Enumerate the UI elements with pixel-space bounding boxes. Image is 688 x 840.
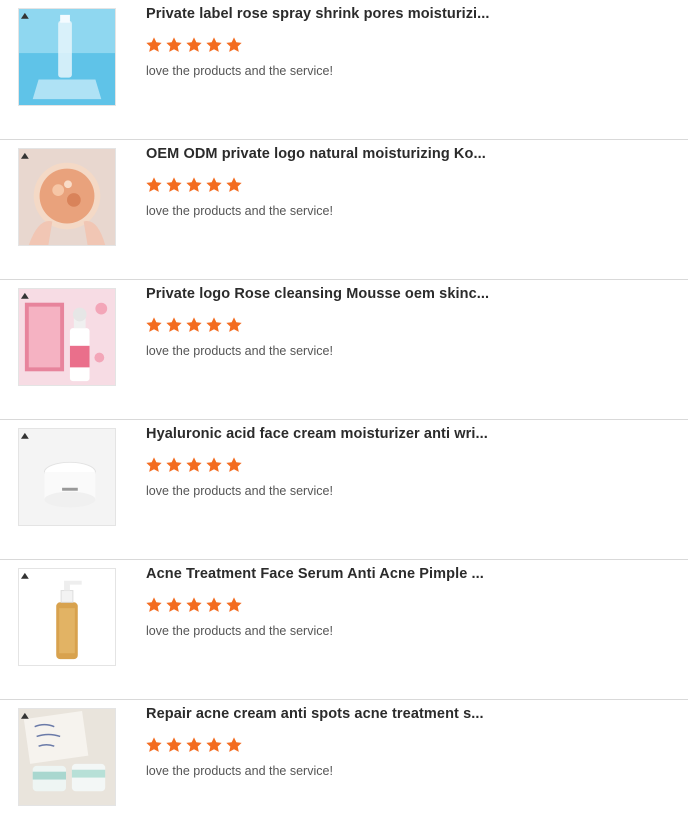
star-icon bbox=[185, 736, 203, 754]
star-icon bbox=[185, 176, 203, 194]
acne-cream-jars-image[interactable] bbox=[18, 708, 116, 806]
review-comment: love the products and the service! bbox=[146, 204, 333, 218]
star-icon bbox=[165, 316, 183, 334]
star-rating bbox=[145, 456, 243, 474]
cleansing-mousse-pump-bottle-image[interactable] bbox=[18, 288, 116, 386]
star-rating bbox=[145, 176, 243, 194]
serum-pump-bottle-image[interactable] bbox=[18, 568, 116, 666]
star-icon bbox=[165, 176, 183, 194]
star-icon bbox=[145, 456, 163, 474]
star-icon bbox=[225, 316, 243, 334]
review-list: Private label rose spray shrink pores mo… bbox=[0, 0, 688, 840]
star-rating bbox=[145, 36, 243, 54]
review-item: OEM ODM private logo natural moisturizin… bbox=[0, 140, 688, 280]
product-title[interactable]: Hyaluronic acid face cream moisturizer a… bbox=[146, 426, 491, 442]
star-icon bbox=[205, 36, 223, 54]
review-item: Hyaluronic acid face cream moisturizer a… bbox=[0, 420, 688, 560]
star-icon bbox=[145, 316, 163, 334]
review-item: Repair acne cream anti spots acne treatm… bbox=[0, 700, 688, 840]
star-icon bbox=[145, 596, 163, 614]
star-icon bbox=[225, 176, 243, 194]
review-item: Acne Treatment Face Serum Anti Acne Pimp… bbox=[0, 560, 688, 700]
star-icon bbox=[225, 36, 243, 54]
star-icon bbox=[145, 736, 163, 754]
star-icon bbox=[145, 36, 163, 54]
star-icon bbox=[225, 736, 243, 754]
review-comment: love the products and the service! bbox=[146, 64, 333, 78]
product-title[interactable]: Acne Treatment Face Serum Anti Acne Pimp… bbox=[146, 566, 491, 582]
review-comment: love the products and the service! bbox=[146, 764, 333, 778]
star-rating bbox=[145, 736, 243, 754]
review-comment: love the products and the service! bbox=[146, 344, 333, 358]
star-icon bbox=[205, 736, 223, 754]
star-icon bbox=[185, 316, 203, 334]
review-item: Private label rose spray shrink pores mo… bbox=[0, 0, 688, 140]
star-icon bbox=[205, 456, 223, 474]
star-icon bbox=[165, 456, 183, 474]
review-item: Private logo Rose cleansing Mousse oem s… bbox=[0, 280, 688, 420]
product-title[interactable]: OEM ODM private logo natural moisturizin… bbox=[146, 146, 491, 162]
star-icon bbox=[225, 456, 243, 474]
star-icon bbox=[205, 176, 223, 194]
star-rating bbox=[145, 316, 243, 334]
star-icon bbox=[205, 316, 223, 334]
star-icon bbox=[165, 736, 183, 754]
star-icon bbox=[225, 596, 243, 614]
rose-spray-bottle-image[interactable] bbox=[18, 8, 116, 106]
face-cream-jar-image[interactable] bbox=[18, 428, 116, 526]
star-icon bbox=[205, 596, 223, 614]
star-icon bbox=[165, 596, 183, 614]
star-icon bbox=[145, 176, 163, 194]
product-title[interactable]: Repair acne cream anti spots acne treatm… bbox=[146, 706, 491, 722]
star-icon bbox=[165, 36, 183, 54]
star-rating bbox=[145, 596, 243, 614]
star-icon bbox=[185, 456, 203, 474]
star-icon bbox=[185, 36, 203, 54]
star-icon bbox=[185, 596, 203, 614]
product-title[interactable]: Private label rose spray shrink pores mo… bbox=[146, 6, 491, 22]
review-comment: love the products and the service! bbox=[146, 624, 333, 638]
review-comment: love the products and the service! bbox=[146, 484, 333, 498]
product-title[interactable]: Private logo Rose cleansing Mousse oem s… bbox=[146, 286, 491, 302]
rose-petal-gel-image[interactable] bbox=[18, 148, 116, 246]
